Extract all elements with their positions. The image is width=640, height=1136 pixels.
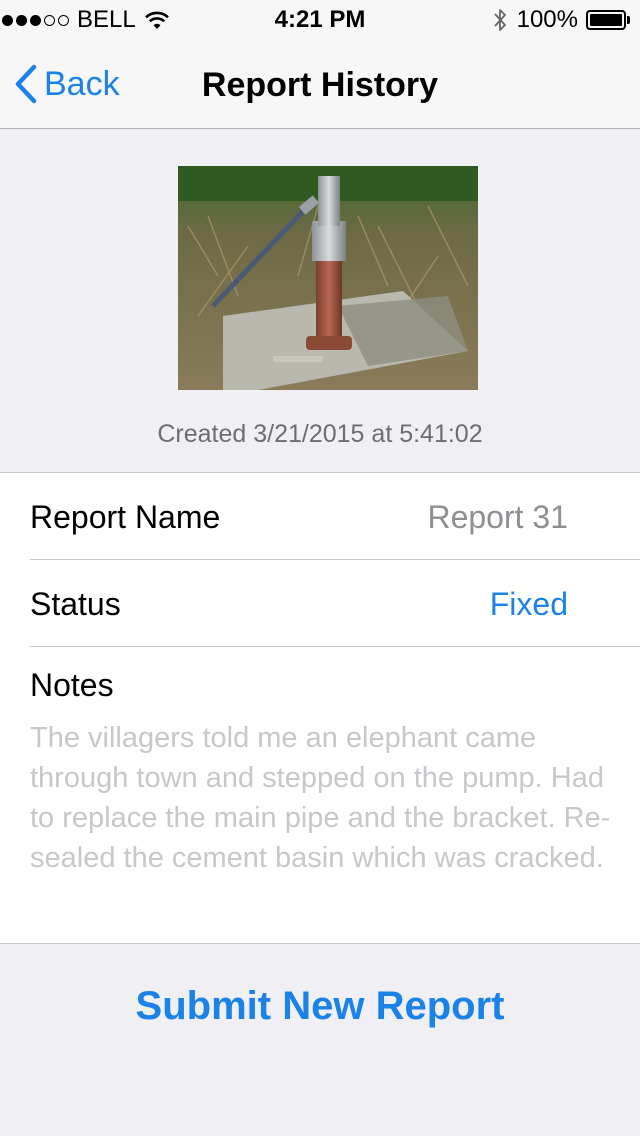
notes-label: Notes xyxy=(30,667,114,703)
navigation-bar: Back Report History xyxy=(0,40,640,129)
submit-new-report-button[interactable]: Submit New Report xyxy=(0,984,640,1029)
status-right: 100% xyxy=(493,6,630,34)
created-timestamp: Created 3/21/2015 at 5:41:02 xyxy=(157,420,483,448)
bluetooth-icon xyxy=(493,9,506,31)
report-details: Report Name Report 31 Status Fixed Notes… xyxy=(0,472,640,944)
page-title: Report History xyxy=(201,66,439,104)
water-pump-image xyxy=(178,166,478,390)
report-name-label: Report Name xyxy=(30,499,221,535)
notes-text[interactable]: The villagers told me an elephant came t… xyxy=(30,718,620,878)
report-photo[interactable] xyxy=(178,166,478,390)
battery-icon xyxy=(586,10,630,30)
status-label: Status xyxy=(30,586,121,622)
status-row[interactable]: Status Fixed xyxy=(30,560,640,647)
battery-percent: 100% xyxy=(516,6,578,33)
status-value: Fixed xyxy=(489,586,568,622)
report-name-row[interactable]: Report Name Report 31 xyxy=(30,473,640,560)
report-name-value: Report 31 xyxy=(427,499,568,535)
status-bar: BELL 4:21 PM 100% xyxy=(0,0,640,40)
